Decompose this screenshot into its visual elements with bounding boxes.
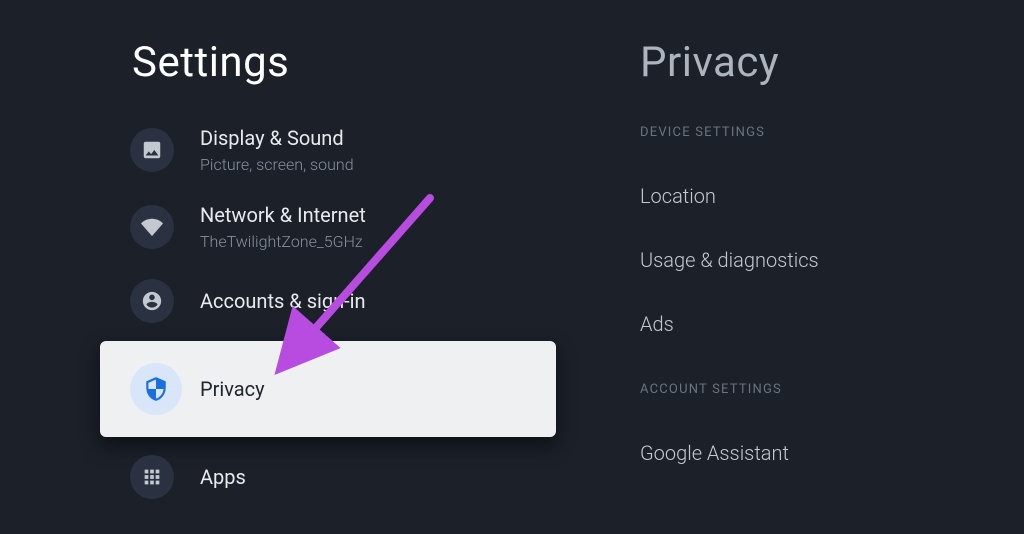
settings-panel: Settings Display & Sound Picture, screen…: [0, 0, 640, 534]
settings-list: Display & Sound Picture, screen, sound N…: [0, 111, 640, 513]
item-label: Network & Internet: [200, 202, 366, 228]
section-header: DEVICE SETTINGS: [640, 125, 1024, 140]
section-header: ACCOUNT SETTINGS: [640, 382, 1024, 397]
item-label: Display & Sound: [200, 125, 354, 151]
settings-item-network[interactable]: Network & Internet TheTwilightZone_5GHz: [0, 188, 640, 265]
settings-item-accounts[interactable]: Accounts & sign-in: [0, 265, 640, 337]
settings-item-privacy[interactable]: Privacy: [100, 341, 556, 437]
item-label: Apps: [200, 464, 246, 490]
detail-title: Privacy: [640, 38, 1024, 87]
item-label: Privacy: [200, 376, 265, 402]
apps-icon: [130, 455, 174, 499]
detail-panel: Privacy DEVICE SETTINGS Location Usage &…: [640, 0, 1024, 534]
item-sub: TheTwilightZone_5GHz: [200, 232, 366, 251]
sub-item-usage-diagnostics[interactable]: Usage & diagnostics: [640, 228, 1024, 292]
account-icon: [130, 279, 174, 323]
settings-item-display-sound[interactable]: Display & Sound Picture, screen, sound: [0, 111, 640, 188]
sub-item-google-assistant[interactable]: Google Assistant: [640, 421, 1024, 485]
item-sub: Picture, screen, sound: [200, 155, 354, 174]
settings-item-apps[interactable]: Apps: [0, 441, 640, 513]
sub-section-device: DEVICE SETTINGS Location Usage & diagnos…: [640, 125, 1024, 356]
shield-icon: [130, 363, 182, 415]
image-icon: [130, 128, 174, 172]
item-label: Accounts & sign-in: [200, 288, 366, 314]
page-title: Settings: [132, 38, 640, 87]
sub-section-account: ACCOUNT SETTINGS Google Assistant: [640, 382, 1024, 485]
sub-item-ads[interactable]: Ads: [640, 292, 1024, 356]
wifi-icon: [130, 205, 174, 249]
sub-item-location[interactable]: Location: [640, 164, 1024, 228]
